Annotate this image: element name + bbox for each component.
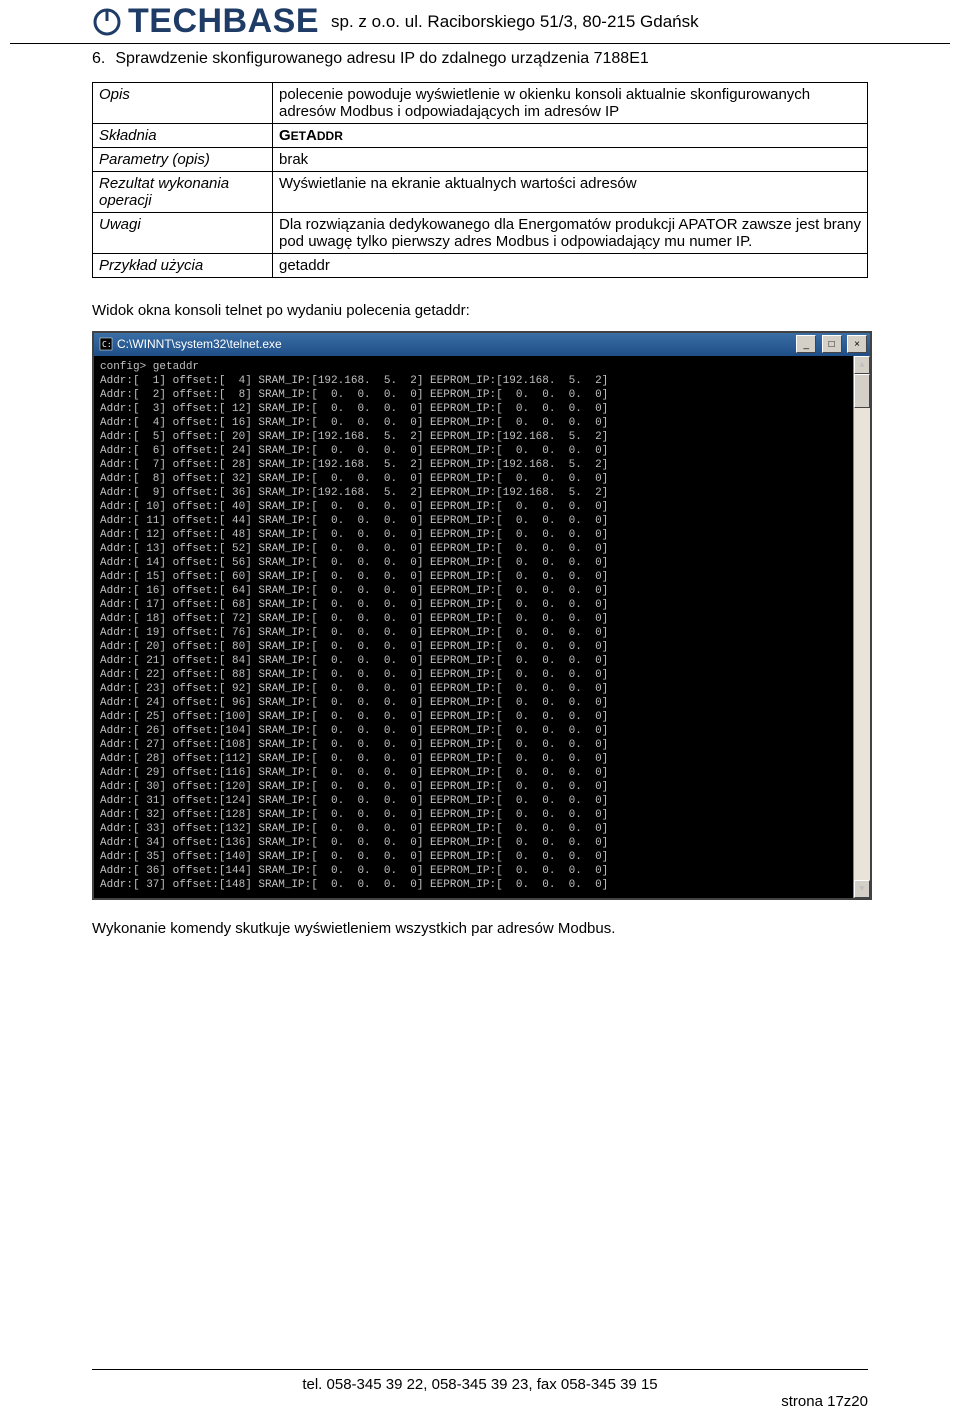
spec-label: Opis (93, 83, 273, 124)
page-number: strona 17z20 (781, 1393, 868, 1410)
console-body[interactable]: config> getaddr Addr:[ 1] offset:[ 4] SR… (94, 356, 870, 898)
scroll-thumb[interactable] (854, 374, 870, 408)
page-footer: tel. 058-345 39 22, 058-345 39 23, fax 0… (92, 1362, 868, 1410)
cmd-icon: C: (99, 337, 113, 351)
logo: TECHBASE (92, 2, 319, 41)
page-header: TECHBASE sp. z o.o. ul. Raciborskiego 51… (0, 0, 960, 41)
footer-divider (92, 1369, 868, 1370)
scroll-up-button[interactable]: ▲ (854, 356, 870, 374)
scrollbar[interactable]: ▲ ▼ (853, 356, 870, 898)
spec-label: Przykład użycia (93, 254, 273, 278)
titlebar-buttons: _ □ × (794, 335, 867, 353)
svg-text:C:: C: (102, 340, 112, 349)
spec-value: Wyświetlanie na ekranie aktualnych warto… (273, 172, 868, 213)
scroll-track[interactable] (854, 374, 870, 880)
section-heading: Sprawdzenie skonfigurowanego adresu IP d… (115, 50, 648, 68)
spec-value: brak (273, 148, 868, 172)
section-number: 6. (92, 50, 105, 68)
maximize-button[interactable]: □ (822, 335, 842, 353)
spec-value: Dla rozwiązania dedykowanego dla Energom… (273, 213, 868, 254)
console-titlebar[interactable]: C: C:\WINNT\system32\telnet.exe _ □ × (94, 333, 870, 356)
spec-label: Składnia (93, 124, 273, 148)
console-caption: Widok okna konsoli telnet po wydaniu pol… (92, 302, 868, 319)
console-output: config> getaddr Addr:[ 1] offset:[ 4] SR… (100, 360, 849, 892)
company-line: sp. z o.o. ul. Raciborskiego 51/3, 80-21… (331, 12, 699, 32)
spec-value: GETADDR (273, 124, 868, 148)
spec-label: Parametry (opis) (93, 148, 273, 172)
logo-icon (92, 7, 122, 37)
footer-tel: tel. 058-345 39 22, 058-345 39 23, fax 0… (302, 1376, 657, 1393)
close-button[interactable]: × (847, 335, 867, 353)
header-divider (10, 43, 950, 44)
console-window: C: C:\WINNT\system32\telnet.exe _ □ × co… (92, 331, 872, 900)
console-title: C:\WINNT\system32\telnet.exe (117, 337, 282, 351)
after-note: Wykonanie komendy skutkuje wyświetleniem… (92, 920, 868, 937)
spec-table: Opispolecenie powoduje wyświetlenie w ok… (92, 82, 868, 278)
logo-text: TECHBASE (128, 2, 319, 41)
spec-value: polecenie powoduje wyświetlenie w okienk… (273, 83, 868, 124)
minimize-button[interactable]: _ (796, 335, 816, 353)
spec-value: getaddr (273, 254, 868, 278)
scroll-down-button[interactable]: ▼ (854, 880, 870, 898)
spec-label: Rezultat wykonania operacji (93, 172, 273, 213)
section-title: 6. Sprawdzenie skonfigurowanego adresu I… (92, 50, 868, 68)
spec-label: Uwagi (93, 213, 273, 254)
